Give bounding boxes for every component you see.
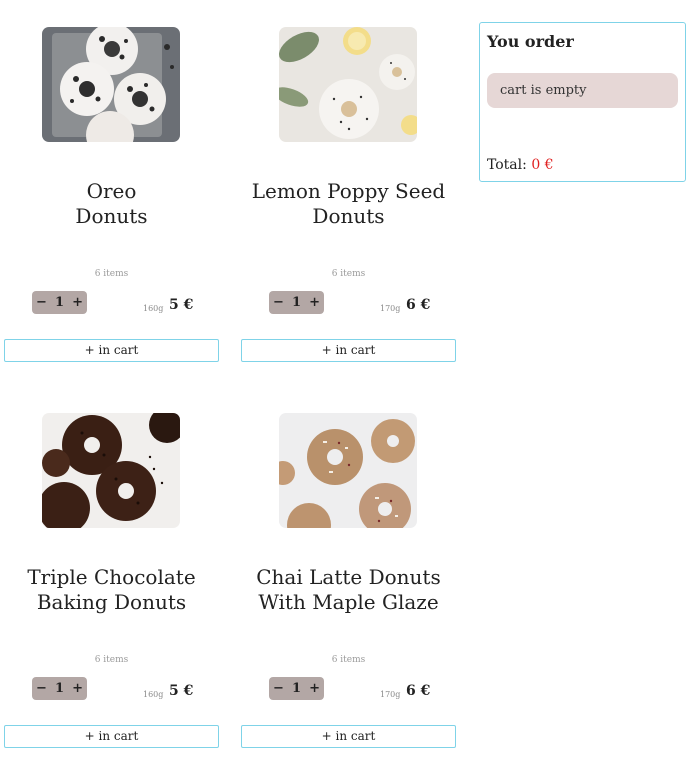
decrease-button[interactable]: − (36, 681, 47, 696)
price-label: 5 € (169, 297, 194, 313)
order-panel: You order cart is empty Total: 0 € (479, 22, 686, 182)
order-total: Total: 0 € (487, 157, 554, 173)
chai-latte-donuts-image (279, 413, 417, 528)
price-label: 6 € (406, 297, 431, 313)
cart-empty-message: cart is empty (487, 73, 678, 108)
product-title: Lemon Poppy Seed Donuts (251, 179, 446, 228)
decrease-button[interactable]: − (273, 295, 284, 310)
decrease-button[interactable]: − (273, 681, 284, 696)
add-to-cart-button[interactable]: + in cart (4, 339, 219, 362)
items-count: 6 items (331, 655, 366, 665)
increase-button[interactable]: + (309, 295, 320, 310)
quantity-stepper: − 1 + (269, 677, 324, 700)
decrease-button[interactable]: − (36, 295, 47, 310)
weight-label: 160g (143, 690, 164, 699)
add-to-cart-button[interactable]: + in cart (241, 725, 456, 748)
quantity-value: 1 (54, 295, 65, 310)
oreo-donuts-image (42, 27, 180, 142)
price-label: 6 € (406, 683, 431, 699)
total-label: Total: (487, 157, 527, 173)
add-to-cart-button[interactable]: + in cart (4, 725, 219, 748)
weight-label: 160g (143, 304, 164, 313)
product-title: Chai Latte Donuts With Maple Glaze (256, 565, 441, 614)
triple-chocolate-donuts-image (42, 413, 180, 528)
quantity-stepper: − 1 + (32, 291, 87, 314)
quantity-value: 1 (291, 681, 302, 696)
order-title: You order (487, 32, 574, 51)
quantity-value: 1 (291, 295, 302, 310)
quantity-stepper: − 1 + (269, 291, 324, 314)
weight-label: 170g (380, 690, 401, 699)
weight-label: 170g (380, 304, 401, 313)
price-label: 5 € (169, 683, 194, 699)
product-title: Triple Chocolate Baking Donuts (27, 565, 196, 614)
increase-button[interactable]: + (72, 295, 83, 310)
total-value: 0 € (531, 157, 554, 173)
product-title: Oreo Donuts (75, 179, 148, 228)
items-count: 6 items (331, 269, 366, 279)
quantity-value: 1 (54, 681, 65, 696)
quantity-stepper: − 1 + (32, 677, 87, 700)
increase-button[interactable]: + (72, 681, 83, 696)
increase-button[interactable]: + (309, 681, 320, 696)
items-count: 6 items (94, 269, 129, 279)
add-to-cart-button[interactable]: + in cart (241, 339, 456, 362)
items-count: 6 items (94, 655, 129, 665)
lemon-poppy-seed-donuts-image (279, 27, 417, 142)
